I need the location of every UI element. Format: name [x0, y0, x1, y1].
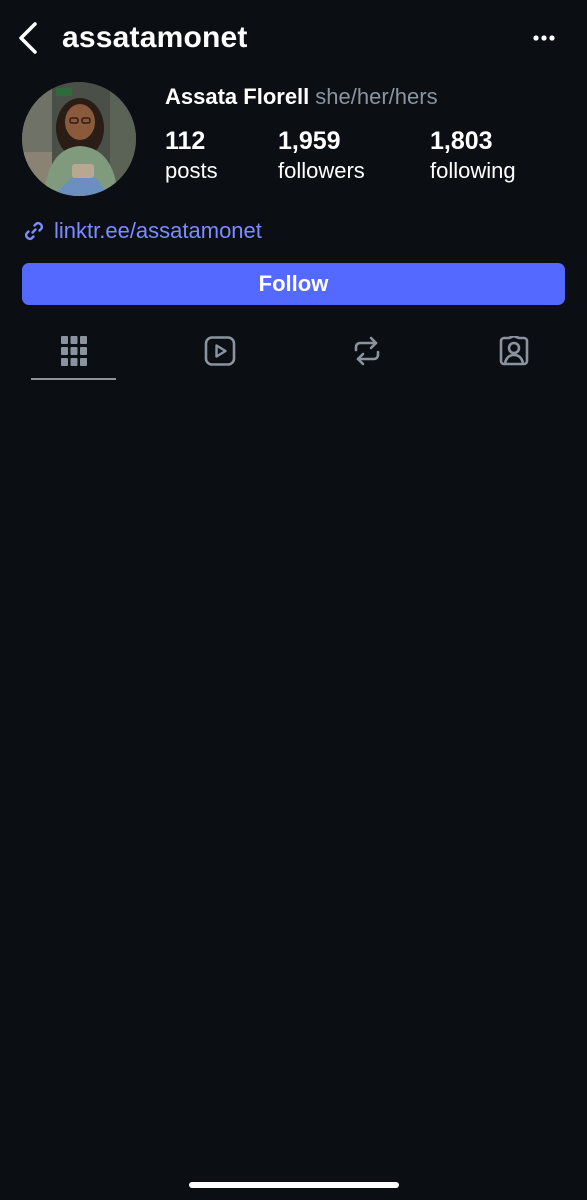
chevron-left-icon [19, 22, 37, 54]
avatar[interactable] [22, 82, 136, 196]
tagged-person-icon [499, 336, 529, 366]
active-tab-indicator [31, 378, 116, 380]
grid-icon [61, 336, 87, 366]
profile-link[interactable]: linktr.ee/assatamonet [22, 215, 262, 247]
profile-username: assatamonet [62, 21, 248, 54]
profile-photo [22, 82, 136, 196]
posts-count: 112 [165, 127, 206, 155]
posts-label: posts [165, 158, 218, 183]
stat-following[interactable]: 1,803 following [430, 126, 516, 186]
play-icon [204, 336, 236, 366]
profile-name-line: Assata Florell she/her/hers [165, 82, 438, 112]
profile-tabs [0, 322, 587, 382]
following-label: following [430, 158, 516, 183]
tab-videos[interactable] [177, 322, 263, 380]
followers-label: followers [278, 158, 365, 183]
link-icon [25, 222, 43, 240]
more-horizontal-icon [533, 35, 555, 41]
top-bar: assatamonet [0, 0, 587, 78]
following-count: 1,803 [430, 127, 493, 155]
pronouns: she/her/hers [315, 84, 438, 109]
home-indicator[interactable] [189, 1182, 399, 1188]
followers-count: 1,959 [278, 127, 341, 155]
more-options-button[interactable] [520, 18, 568, 58]
back-button[interactable] [10, 14, 46, 62]
repost-icon [354, 336, 380, 366]
follow-button[interactable]: Follow [22, 263, 565, 305]
stat-posts[interactable]: 112 posts [165, 126, 218, 186]
tab-posts-grid[interactable] [31, 322, 117, 380]
tab-reposts[interactable] [324, 322, 410, 380]
tab-tagged[interactable] [471, 322, 557, 380]
display-name: Assata Florell [165, 84, 310, 109]
profile-link-text: linktr.ee/assatamonet [54, 218, 262, 243]
stat-followers[interactable]: 1,959 followers [278, 126, 365, 186]
